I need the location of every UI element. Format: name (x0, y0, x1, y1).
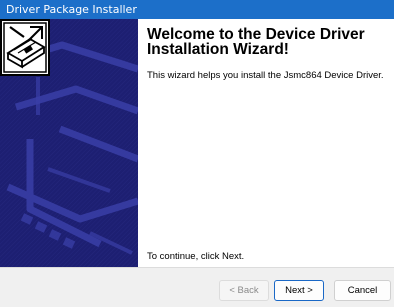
page-title: Welcome to the Device Driver Installatio… (147, 27, 387, 58)
window-title: Driver Package Installer (6, 3, 137, 16)
next-button[interactable]: Next > (274, 280, 324, 301)
page-title-line-2: Installation Wizard! (147, 41, 289, 58)
installer-window: Driver Package Installer Welcome to the … (0, 0, 394, 307)
device-driver-icon (0, 19, 50, 76)
intro-text: This wizard helps you install the Jsmc86… (147, 70, 384, 81)
continue-hint: To continue, click Next. (147, 251, 245, 262)
title-bar[interactable]: Driver Package Installer (0, 0, 394, 19)
wizard-banner (0, 19, 138, 267)
cancel-button[interactable]: Cancel (334, 280, 391, 301)
back-button[interactable]: < Back (219, 280, 269, 301)
button-bar: < Back Next > Cancel (0, 267, 394, 307)
